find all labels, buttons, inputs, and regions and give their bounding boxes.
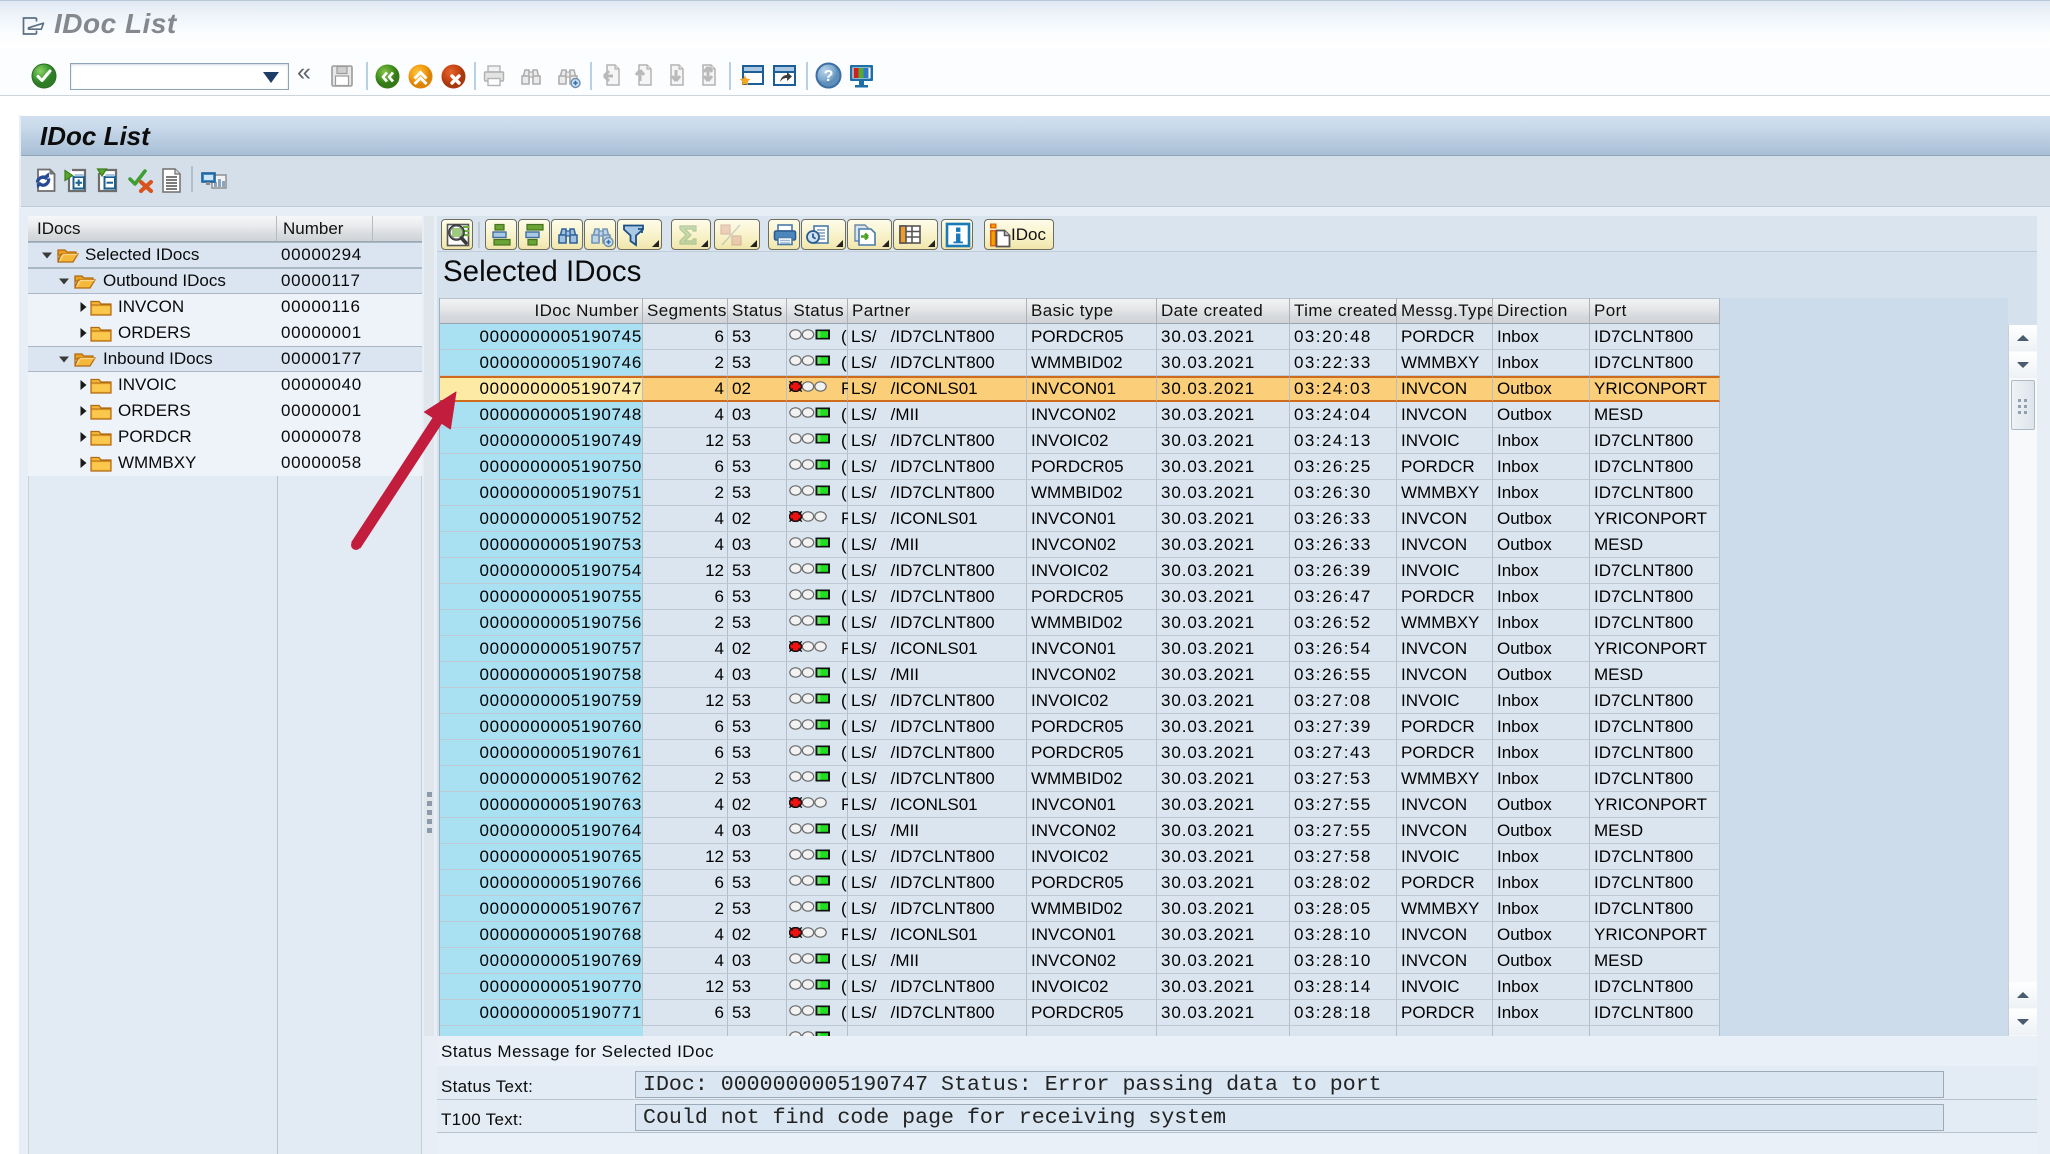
svg-text:?: ? <box>824 68 834 85</box>
